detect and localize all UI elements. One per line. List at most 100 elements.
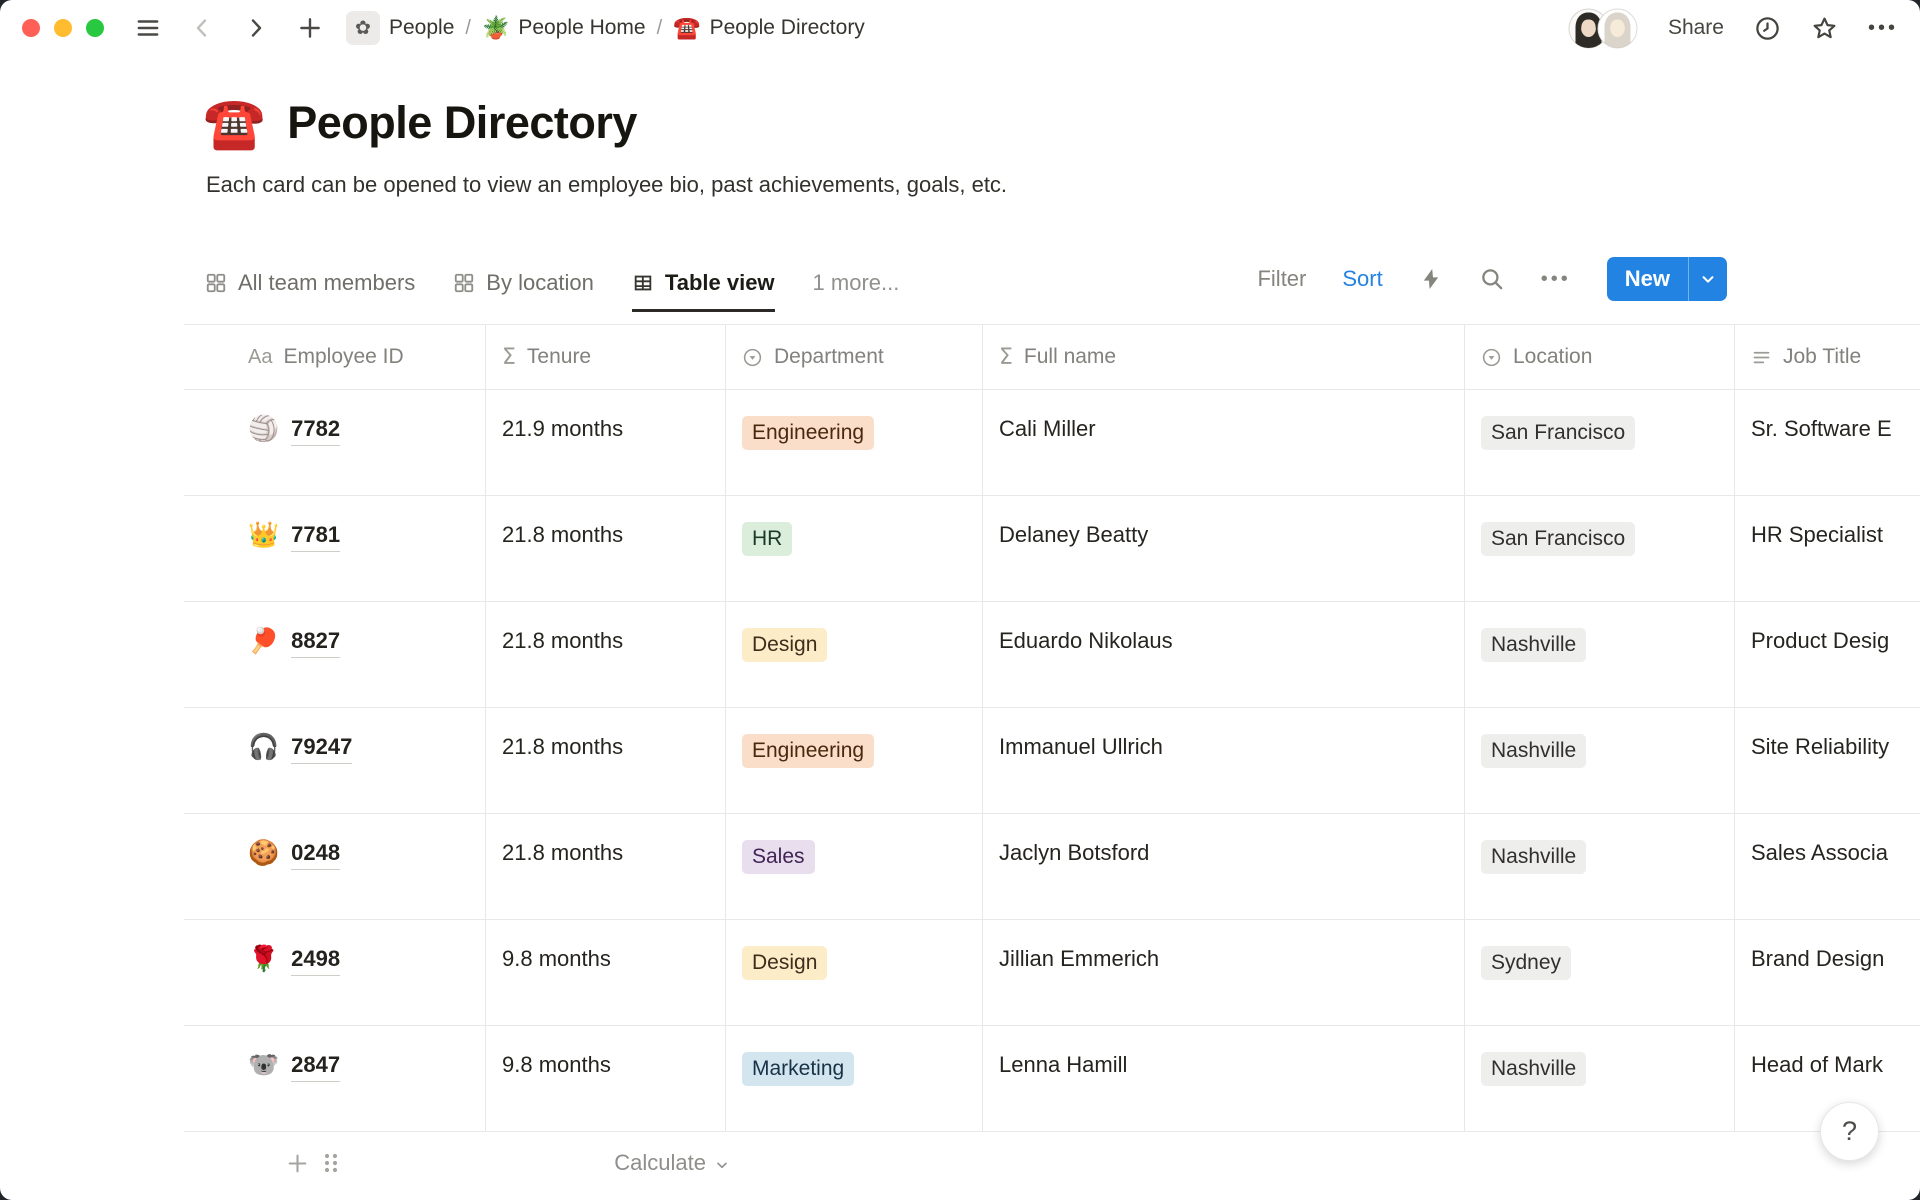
cell-location[interactable]: Nashville	[1465, 602, 1735, 707]
row-emoji-icon: 🌹	[248, 946, 279, 974]
employee-id-link[interactable]: 2847	[291, 1052, 340, 1082]
cell-tenure[interactable]: 9.8 months	[486, 920, 726, 1025]
calculate-dropdown[interactable]: Calculate	[362, 1150, 730, 1176]
cell-department[interactable]: Marketing	[726, 1026, 983, 1131]
cell-tenure[interactable]: 21.8 months	[486, 602, 726, 707]
new-button-label[interactable]: New	[1607, 257, 1688, 301]
cell-department[interactable]: Engineering	[726, 708, 983, 813]
column-header-label: Job Title	[1783, 345, 1861, 369]
cell-full-name[interactable]: Eduardo Nikolaus	[983, 602, 1465, 707]
breadcrumb-item-people-home[interactable]: 🪴People Home	[482, 16, 646, 40]
zoom-window-button[interactable]	[86, 19, 104, 37]
employee-id-link[interactable]: 7782	[291, 416, 340, 446]
cell-location[interactable]: Sydney	[1465, 920, 1735, 1025]
minimize-window-button[interactable]	[54, 19, 72, 37]
column-header-full-name[interactable]: ΣFull name	[983, 325, 1465, 389]
cell-employee-id[interactable]: 🐨2847	[184, 1026, 486, 1131]
employee-id-link[interactable]: 2498	[291, 946, 340, 976]
add-row-plus-icon[interactable]	[280, 1146, 314, 1180]
cell-location[interactable]: San Francisco	[1465, 390, 1735, 495]
cell-tenure[interactable]: 21.8 months	[486, 708, 726, 813]
cell-full-name[interactable]: Lenna Hamill	[983, 1026, 1465, 1131]
sort-button[interactable]: Sort	[1342, 266, 1382, 292]
cell-tenure[interactable]: 21.8 months	[486, 496, 726, 601]
sidebar-menu-icon[interactable]	[134, 14, 162, 42]
cell-location[interactable]: Nashville	[1465, 1026, 1735, 1131]
column-header-job-title[interactable]: Job Title	[1735, 325, 1920, 389]
department-tag: Sales	[742, 840, 815, 874]
employee-id-link[interactable]: 7781	[291, 522, 340, 552]
cell-job-title[interactable]: Product Desig	[1735, 602, 1920, 707]
column-header-tenure[interactable]: ΣTenure	[486, 325, 726, 389]
view-tab-by-location[interactable]: By location	[453, 270, 594, 312]
cell-tenure[interactable]: 9.8 months	[486, 1026, 726, 1131]
cell-job-title[interactable]: Brand Design	[1735, 920, 1920, 1025]
traffic-lights	[22, 19, 104, 37]
column-header-employee-id[interactable]: AaEmployee ID	[184, 325, 486, 389]
employee-id-link[interactable]: 79247	[291, 734, 352, 764]
cell-department[interactable]: Design	[726, 602, 983, 707]
cell-employee-id[interactable]: 🍪 0248	[184, 814, 486, 919]
employee-id-link[interactable]: 8827	[291, 628, 340, 658]
breadcrumb-item-people-directory[interactable]: ☎️People Directory	[673, 16, 865, 40]
automations-lightning-icon[interactable]	[1419, 267, 1443, 291]
row-emoji-icon: 🎧	[248, 734, 279, 762]
calculate-label: Calculate	[614, 1150, 706, 1176]
search-icon[interactable]	[1479, 266, 1505, 292]
row-emoji-icon: 🍪	[248, 840, 279, 868]
cell-tenure[interactable]: 21.8 months	[486, 814, 726, 919]
page-telephone-icon[interactable]: ☎️	[203, 98, 265, 148]
cell-employee-id[interactable]: 🌹 2498	[184, 920, 486, 1025]
cell-job-title[interactable]: Sales Associa	[1735, 814, 1920, 919]
topbar-right: Share •••	[1568, 8, 1898, 49]
cell-full-name[interactable]: Jillian Emmerich	[983, 920, 1465, 1025]
close-window-button[interactable]	[22, 19, 40, 37]
cell-full-name[interactable]: Immanuel Ullrich	[983, 708, 1465, 813]
page-title: People Directory	[287, 97, 637, 149]
help-button[interactable]: ?	[1820, 1102, 1879, 1161]
cell-employee-id[interactable]: 🏐7782	[184, 390, 486, 495]
new-button-chevron-down-icon[interactable]	[1689, 257, 1727, 301]
view-tab-table-view[interactable]: Table view	[632, 270, 775, 312]
cell-job-title[interactable]: Sr. Software E	[1735, 390, 1920, 495]
table-row: 🍪 0248 21.8 months Sales Jaclyn BotsfordNash…	[184, 814, 1920, 920]
cell-job-title[interactable]: HR Specialist	[1735, 496, 1920, 601]
cell-department[interactable]: HR	[726, 496, 983, 601]
view-tab-1-more[interactable]: 1 more...	[813, 270, 900, 312]
table-body: 🏐778221.9 monthsEngineeringCali MillerSa…	[184, 390, 1920, 1132]
share-button[interactable]: Share	[1668, 16, 1724, 40]
new-tab-plus-icon[interactable]	[296, 14, 324, 42]
cell-department[interactable]: Engineering	[726, 390, 983, 495]
cell-location[interactable]: San Francisco	[1465, 496, 1735, 601]
cell-employee-id[interactable]: 👑7781	[184, 496, 486, 601]
location-tag: San Francisco	[1481, 416, 1635, 450]
cell-employee-id[interactable]: 🏓8827	[184, 602, 486, 707]
employee-id-link[interactable]: 0248	[291, 840, 340, 870]
view-options-icon[interactable]: •••	[1541, 268, 1571, 291]
view-tab-all-team-members[interactable]: All team members	[205, 270, 415, 312]
cell-full-name[interactable]: Cali Miller	[983, 390, 1465, 495]
cell-employee-id[interactable]: 🎧 79247	[184, 708, 486, 813]
avatar[interactable]	[1597, 8, 1638, 49]
drag-handle-icon[interactable]	[314, 1146, 348, 1180]
cell-tenure[interactable]: 21.9 months	[486, 390, 726, 495]
column-header-location[interactable]: Location	[1465, 325, 1735, 389]
cell-location[interactable]: Nashville	[1465, 708, 1735, 813]
cell-department[interactable]: Design	[726, 920, 983, 1025]
cell-department[interactable]: Sales	[726, 814, 983, 919]
cell-location[interactable]: Nashville	[1465, 814, 1735, 919]
column-header-department[interactable]: Department	[726, 325, 983, 389]
department-tag: Design	[742, 628, 827, 662]
cell-full-name[interactable]: Delaney Beatty	[983, 496, 1465, 601]
breadcrumb-item-people[interactable]: ✿People	[346, 11, 454, 45]
workspace-flower-icon: ✿	[346, 11, 380, 45]
updates-clock-icon[interactable]	[1754, 15, 1781, 42]
new-button[interactable]: New	[1607, 257, 1727, 301]
forward-icon[interactable]	[242, 14, 270, 42]
favorite-star-icon[interactable]	[1811, 15, 1838, 42]
cell-job-title[interactable]: Site Reliability	[1735, 708, 1920, 813]
cell-full-name[interactable]: Jaclyn Botsford	[983, 814, 1465, 919]
more-options-icon[interactable]: •••	[1868, 17, 1898, 40]
filter-button[interactable]: Filter	[1257, 266, 1306, 292]
back-icon[interactable]	[188, 14, 216, 42]
